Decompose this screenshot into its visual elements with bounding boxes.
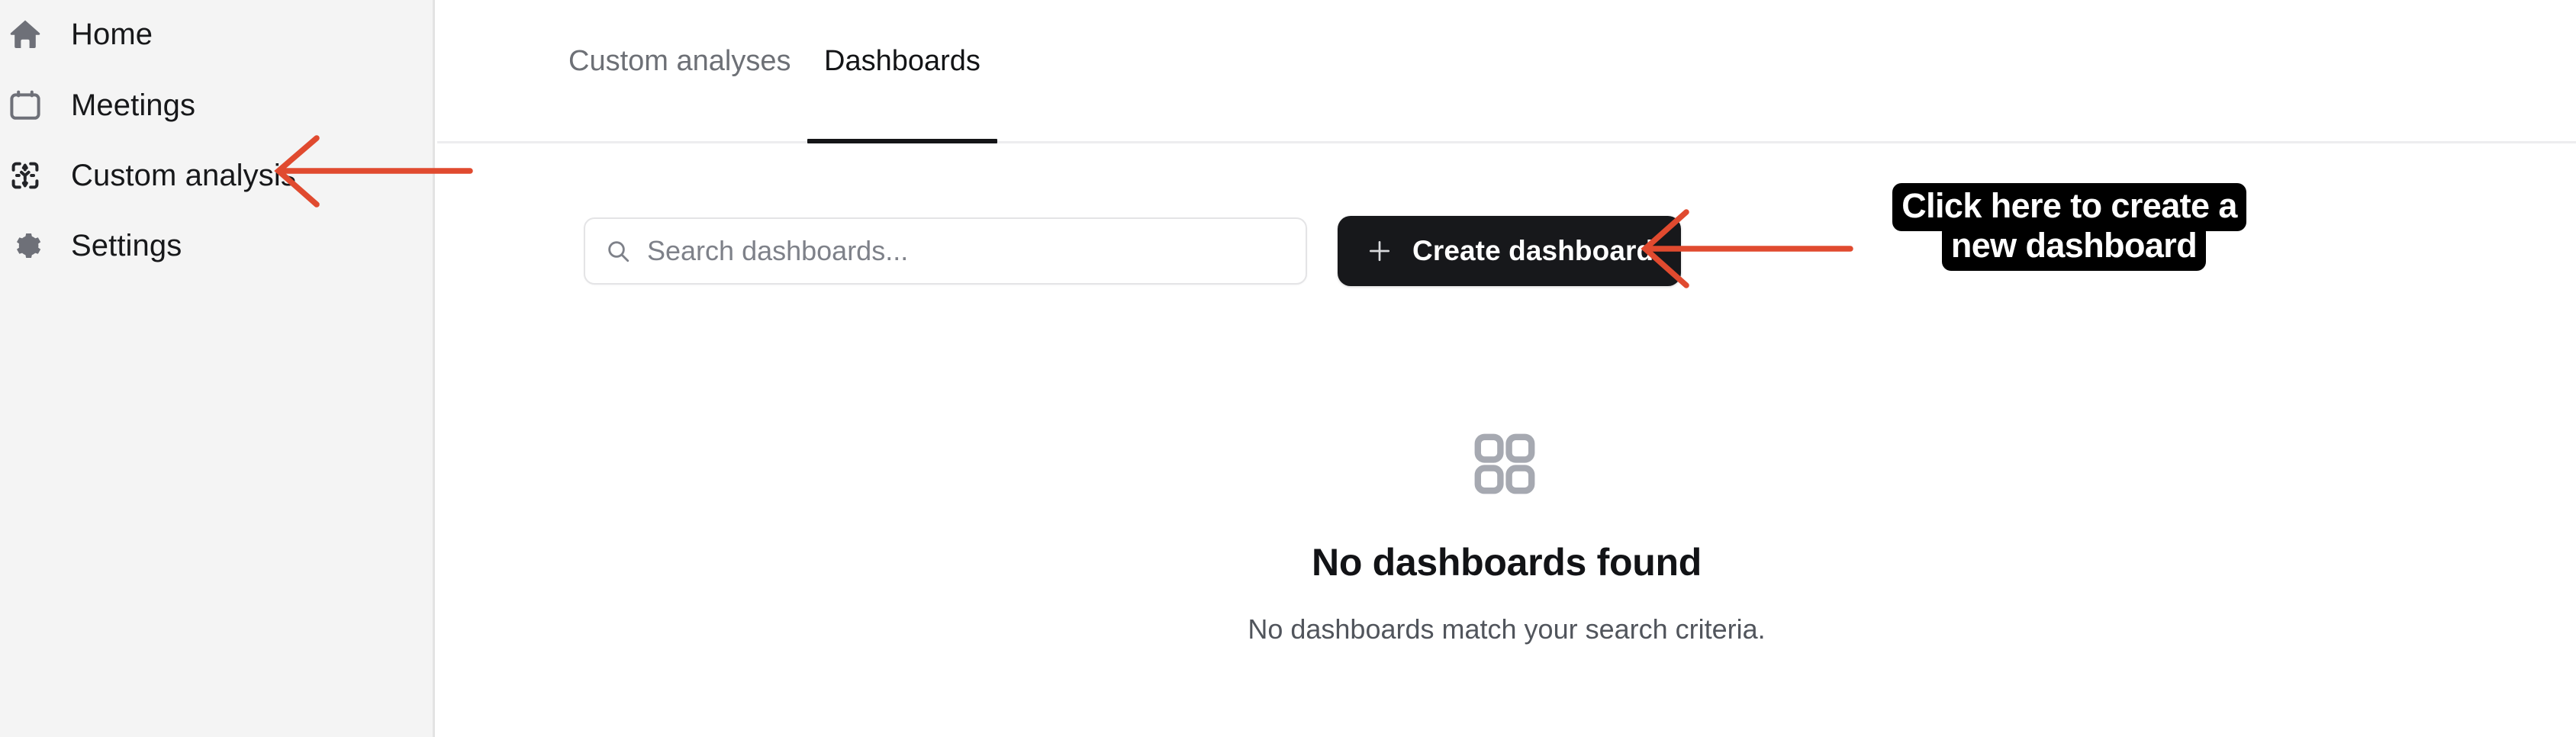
sidebar-item-label: Meetings bbox=[71, 89, 196, 122]
create-dashboard-button[interactable]: Create dashboard bbox=[1338, 216, 1682, 286]
sidebar: Home Meetings Custom analysis Settings bbox=[0, 0, 435, 737]
home-icon bbox=[2, 11, 49, 58]
empty-state-subtitle: No dashboards match your search criteria… bbox=[1248, 613, 1766, 645]
sidebar-item-meetings[interactable]: Meetings bbox=[0, 79, 433, 132]
gear-icon bbox=[2, 222, 49, 269]
custom-analysis-icon bbox=[2, 152, 49, 199]
sidebar-item-settings[interactable]: Settings bbox=[0, 219, 433, 272]
search-icon bbox=[605, 238, 631, 264]
sidebar-item-label: Home bbox=[71, 18, 153, 51]
sidebar-item-label: Custom analysis bbox=[71, 159, 296, 192]
tab-label: Custom analyses bbox=[568, 45, 791, 77]
empty-state-title: No dashboards found bbox=[1312, 541, 1702, 584]
search-input[interactable] bbox=[647, 230, 1290, 272]
tab-bar: Custom analyses Dashboards bbox=[437, 0, 2576, 143]
calendar-icon bbox=[2, 82, 49, 129]
sidebar-item-label: Settings bbox=[71, 229, 182, 262]
sidebar-item-home[interactable]: Home bbox=[0, 8, 433, 61]
main-content: Custom analyses Dashboards Cre bbox=[437, 0, 2576, 737]
search-field[interactable] bbox=[584, 217, 1307, 285]
tab-label: Dashboards bbox=[824, 45, 980, 77]
create-dashboard-label: Create dashboard bbox=[1412, 235, 1654, 266]
grid-2x2-icon bbox=[1468, 427, 1541, 500]
tab-custom-analyses[interactable]: Custom analyses bbox=[552, 47, 807, 141]
tab-dashboards[interactable]: Dashboards bbox=[807, 45, 997, 143]
app-root: Home Meetings Custom analysis Settings C… bbox=[0, 0, 2576, 737]
sidebar-item-custom-analysis[interactable]: Custom analysis bbox=[0, 149, 433, 202]
tab-active-indicator bbox=[807, 139, 997, 143]
plus-icon bbox=[1365, 237, 1394, 266]
empty-state: No dashboards found No dashboards match … bbox=[437, 427, 2576, 645]
